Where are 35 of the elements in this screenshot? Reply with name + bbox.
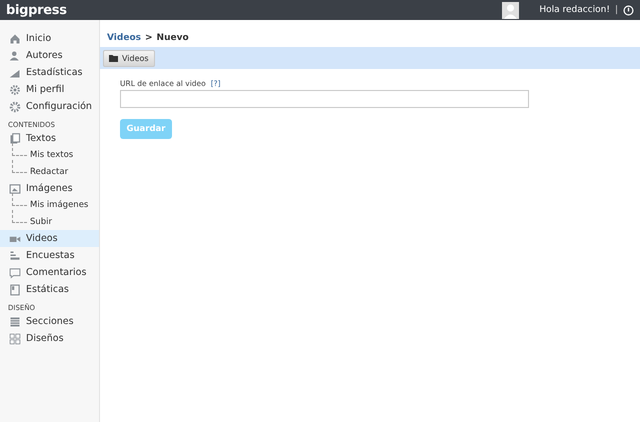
sidebar-item[interactable]: Textos <box>0 130 99 147</box>
separator: | <box>614 5 618 15</box>
gear-icon <box>9 100 21 112</box>
gear-icon <box>9 84 21 96</box>
sidebar-item[interactable]: Videos <box>0 230 99 247</box>
sidebar-item[interactable]: Secciones <box>0 313 99 330</box>
sidebar-item[interactable]: Comentarios <box>0 264 99 281</box>
sidebar-item[interactable]: Estáticas <box>0 281 99 298</box>
power-icon[interactable] <box>623 4 634 16</box>
sidebar-item[interactable]: Autores <box>0 47 99 64</box>
folder-icon <box>109 54 118 62</box>
breadcrumb-link[interactable]: Videos <box>107 33 141 45</box>
grid-icon <box>9 332 21 344</box>
breadcrumb-current: Nuevo <box>156 33 189 45</box>
picture-frame-icon <box>9 182 21 194</box>
sidebar-item[interactable]: Encuestas <box>0 247 99 264</box>
speech-bubble-icon <box>9 266 21 278</box>
greeting-link[interactable]: Hola redaccion! <box>539 5 610 15</box>
people-icon <box>9 50 21 62</box>
videos-button[interactable]: Videos <box>103 50 155 66</box>
bars-icon <box>9 250 21 262</box>
sidebar-item[interactable]: Configuración <box>0 98 99 115</box>
page-icon <box>9 284 21 296</box>
sidebar-item[interactable]: Estadísticas <box>0 64 99 81</box>
sidebar-item[interactable]: Imágenes <box>0 180 99 197</box>
logo: bigpress <box>6 2 67 18</box>
sidebar-item[interactable]: Inicio <box>0 30 99 47</box>
url-input-field[interactable] <box>120 90 529 108</box>
breadcrumb-separator: > <box>144 33 153 45</box>
sidebar-item[interactable]: Mi perfil <box>0 81 99 98</box>
document-icon <box>9 132 21 144</box>
list-icon <box>9 316 21 328</box>
home-icon <box>9 32 21 44</box>
sidebar-item[interactable]: Diseños <box>0 330 99 347</box>
avatar-icon[interactable] <box>502 2 520 18</box>
